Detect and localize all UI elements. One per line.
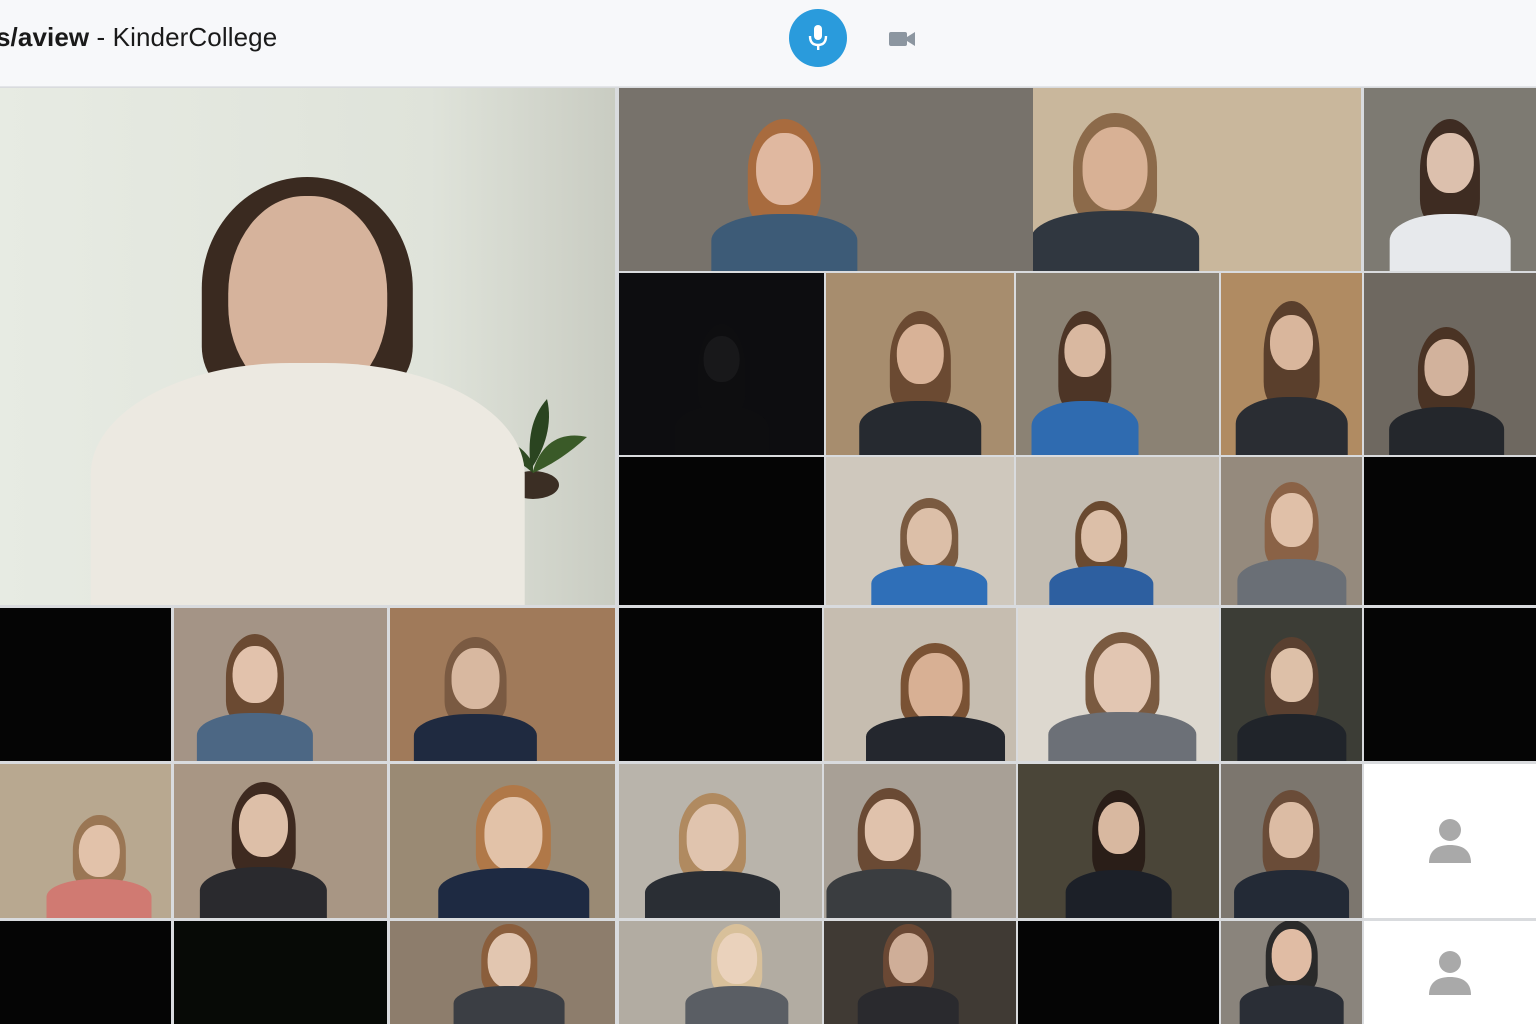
person-placeholder-icon <box>1429 819 1471 863</box>
window-title: s/aview - KinderCollege <box>0 22 277 53</box>
participant-video <box>39 804 159 918</box>
participant-tile[interactable] <box>619 921 822 1024</box>
participant-tile[interactable] <box>824 608 1016 761</box>
participant-tile[interactable] <box>1364 88 1536 271</box>
participant-tile[interactable] <box>390 764 615 918</box>
teacher-video <box>43 140 572 605</box>
person-placeholder-icon <box>1429 950 1471 995</box>
participant-tile[interactable] <box>0 921 171 1024</box>
participant-video <box>857 629 1014 761</box>
participant-tile[interactable] <box>824 764 1016 918</box>
participant-tile[interactable] <box>1221 457 1362 605</box>
participant-tile-no-video[interactable] <box>1364 921 1536 1024</box>
participant-tile[interactable] <box>619 608 822 761</box>
participant-tile-no-video[interactable] <box>1364 764 1536 918</box>
participant-tile[interactable] <box>174 608 387 761</box>
participant-video <box>1229 469 1353 605</box>
participant-tile[interactable] <box>1221 608 1362 761</box>
participant-video <box>1033 95 1210 271</box>
participant-tile[interactable] <box>1364 608 1536 761</box>
camera-button[interactable] <box>884 24 920 54</box>
participant-tile[interactable] <box>619 764 822 918</box>
participant-video <box>1228 284 1355 455</box>
participant-tile[interactable] <box>0 608 171 761</box>
participant-tile[interactable] <box>1033 88 1361 271</box>
app-name: s/aview <box>0 22 90 52</box>
participant-video <box>406 623 546 761</box>
microphone-button[interactable] <box>789 9 847 67</box>
participant-video <box>446 921 572 1024</box>
participant-tile[interactable] <box>1221 273 1362 455</box>
participant-video <box>191 767 336 918</box>
participant-video <box>864 487 996 605</box>
participant-video <box>1229 623 1353 761</box>
participant-grid <box>0 87 1536 1024</box>
participant-tile[interactable] <box>1364 273 1536 455</box>
participant-tile[interactable] <box>619 273 824 455</box>
video-camera-icon <box>889 32 915 46</box>
participant-tile[interactable] <box>1364 457 1536 605</box>
title-separator: - <box>89 22 113 52</box>
participant-tile[interactable] <box>826 273 1014 455</box>
participant-tile[interactable] <box>1018 764 1219 918</box>
participant-video <box>635 779 789 918</box>
participant-tile[interactable] <box>826 457 1014 605</box>
participant-tile[interactable] <box>390 608 615 761</box>
participant-tile[interactable] <box>174 921 387 1024</box>
participant-video <box>189 620 321 761</box>
participant-video <box>824 773 960 918</box>
participant-video <box>1042 490 1160 605</box>
participant-video <box>1227 776 1357 918</box>
participant-video <box>678 921 796 1024</box>
participant-tile[interactable] <box>1018 608 1219 761</box>
participant-tile[interactable] <box>390 921 615 1024</box>
participant-tile[interactable] <box>1016 457 1219 605</box>
participant-tile-teacher[interactable] <box>0 88 615 605</box>
participant-video <box>702 103 868 271</box>
participant-video <box>1381 103 1519 271</box>
participant-tile[interactable] <box>1018 921 1219 1024</box>
participant-tile[interactable] <box>0 764 171 918</box>
participant-video <box>668 309 775 455</box>
participant-video <box>1024 295 1146 455</box>
participant-video <box>1058 776 1179 918</box>
participant-video <box>1232 921 1350 1024</box>
participant-video <box>428 770 599 918</box>
participant-video <box>1038 617 1207 761</box>
participant-video <box>850 295 989 455</box>
participant-tile[interactable] <box>1221 921 1362 1024</box>
microphone-icon <box>808 25 828 50</box>
participant-video <box>1381 313 1512 455</box>
participant-tile[interactable] <box>174 764 387 918</box>
top-bar: s/aview - KinderCollege <box>0 0 1536 87</box>
participant-tile[interactable] <box>824 921 1016 1024</box>
participant-tile[interactable] <box>1016 273 1219 455</box>
participant-tile[interactable] <box>619 88 1033 271</box>
participant-tile[interactable] <box>619 457 824 605</box>
participant-video <box>851 921 966 1024</box>
participant-tile[interactable] <box>1221 764 1362 918</box>
meeting-name: KinderCollege <box>112 22 278 52</box>
